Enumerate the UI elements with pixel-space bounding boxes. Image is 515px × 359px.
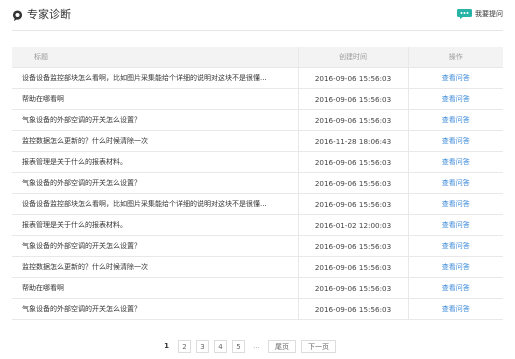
view-answer-link[interactable]: 查看问答 xyxy=(442,95,470,103)
table-row: 帮助在哪看啊 2016-09-06 15:56:03 查看问答 xyxy=(12,88,503,110)
header-title-group: 专家诊断 xyxy=(12,9,71,21)
page-button-3[interactable]: 3 xyxy=(196,340,209,353)
pagination: 1 2 3 4 5 ... 尾页 下一页 xyxy=(160,340,336,353)
ask-question-label: 我要提问 xyxy=(475,10,503,18)
table-row: 气象设备的外部空调的开关怎么设置？ 2016-09-06 15:56:03 查看问答 xyxy=(12,109,503,131)
question-table: 标题 创建时间 操作 设备设备监控部块怎么看啊，比如图片采集能给个详细的说明对这… xyxy=(12,47,503,320)
row-time: 2016-09-06 15:56:03 xyxy=(297,151,408,173)
table-row: 报表管理是关于什么的报表材料。 2016-09-06 15:56:03 查看问答 xyxy=(12,151,503,173)
column-header-time: 创建时间 xyxy=(297,47,408,68)
view-answer-link[interactable]: 查看问答 xyxy=(442,116,470,124)
row-time: 2016-09-06 15:56:03 xyxy=(297,193,408,215)
row-time: 2016-09-06 15:56:03 xyxy=(297,235,408,257)
row-title: 气象设备的外部空调的开关怎么设置？ xyxy=(12,298,298,320)
row-time: 2016-09-06 15:56:03 xyxy=(297,256,408,278)
row-title: 气象设备的外部空调的开关怎么设置？ xyxy=(12,235,298,257)
view-answer-link[interactable]: 查看问答 xyxy=(442,179,470,187)
table-row: 帮助在哪看啊 2016-09-06 15:56:03 查看问答 xyxy=(12,277,503,299)
next-page-button[interactable]: 下一页 xyxy=(301,340,336,353)
table-row: 设备设备监控部块怎么看啊，比如图片采集能给个详细的说明对这块不是很懂... 201… xyxy=(12,193,503,215)
view-answer-link[interactable]: 查看问答 xyxy=(442,158,470,166)
page-current[interactable]: 1 xyxy=(160,340,173,353)
row-time: 2016-09-06 15:56:03 xyxy=(297,172,408,194)
row-title: 气象设备的外部空调的开关怎么设置？ xyxy=(12,172,298,194)
row-title: 监控数据怎么更新的？什么时候清除一次 xyxy=(12,256,298,278)
row-time: 2016-09-06 15:56:03 xyxy=(297,88,408,110)
row-time: 2016-11-28 18:06:43 xyxy=(297,130,408,152)
row-title: 气象设备的外部空调的开关怎么设置？ xyxy=(12,109,298,131)
header-divider xyxy=(12,30,503,31)
page-button-5[interactable]: 5 xyxy=(232,340,245,353)
view-answer-link[interactable]: 查看问答 xyxy=(442,284,470,292)
table-header-row: 标题 创建时间 操作 xyxy=(12,47,503,68)
row-title: 设备设备监控部块怎么看啊，比如图片采集能给个详细的说明对这块不是很懂... xyxy=(12,67,298,89)
table-row: 报表管理是关于什么的报表材料。 2016-01-02 12:00:03 查看问答 xyxy=(12,214,503,236)
ask-question-icon xyxy=(457,9,472,19)
page-button-4[interactable]: 4 xyxy=(214,340,227,353)
view-answer-link[interactable]: 查看问答 xyxy=(442,221,470,229)
ask-question-button[interactable]: 我要提问 xyxy=(457,9,503,19)
last-page-button[interactable]: 尾页 xyxy=(268,340,296,353)
column-header-action: 操作 xyxy=(407,47,503,68)
row-title: 帮助在哪看啊 xyxy=(12,88,298,110)
row-title: 监控数据怎么更新的？什么时候清除一次 xyxy=(12,130,298,152)
table-row: 气象设备的外部空调的开关怎么设置？ 2016-09-06 15:56:03 查看问答 xyxy=(12,172,503,194)
table-row: 监控数据怎么更新的？什么时候清除一次 2016-11-28 18:06:43 查看问… xyxy=(12,130,503,152)
row-time: 2016-09-06 15:56:03 xyxy=(297,277,408,299)
table-row: 气象设备的外部空调的开关怎么设置？ 2016-09-06 15:56:03 查看问答 xyxy=(12,298,503,320)
row-title: 设备设备监控部块怎么看啊，比如图片采集能给个详细的说明对这块不是很懂... xyxy=(12,193,298,215)
view-answer-link[interactable]: 查看问答 xyxy=(442,74,470,82)
row-title: 帮助在哪看啊 xyxy=(12,277,298,299)
row-time: 2016-09-06 15:56:03 xyxy=(297,67,408,89)
page-ellipsis: ... xyxy=(253,342,260,350)
page-title: 专家诊断 xyxy=(27,8,71,21)
table-row: 监控数据怎么更新的？什么时候清除一次 2016-09-06 15:56:03 查看问… xyxy=(12,256,503,278)
table-row: 设备设备监控部块怎么看啊，比如图片采集能给个详细的说明对这块不是很懂... 201… xyxy=(12,67,503,89)
view-answer-link[interactable]: 查看问答 xyxy=(442,242,470,250)
row-time: 2016-09-06 15:56:03 xyxy=(297,298,408,320)
view-answer-link[interactable]: 查看问答 xyxy=(442,263,470,271)
page-header: 专家诊断 我要提问 xyxy=(0,0,515,28)
table-row: 气象设备的外部空调的开关怎么设置？ 2016-09-06 15:56:03 查看问答 xyxy=(12,235,503,257)
row-title: 报表管理是关于什么的报表材料。 xyxy=(12,214,298,236)
page-button-2[interactable]: 2 xyxy=(178,340,191,353)
row-title: 报表管理是关于什么的报表材料。 xyxy=(12,151,298,173)
view-answer-link[interactable]: 查看问答 xyxy=(442,200,470,208)
view-answer-link[interactable]: 查看问答 xyxy=(442,305,470,313)
row-time: 2016-01-02 12:00:03 xyxy=(297,214,408,236)
view-answer-link[interactable]: 查看问答 xyxy=(442,137,470,145)
column-header-title: 标题 xyxy=(12,47,298,68)
row-time: 2016-09-06 15:56:03 xyxy=(297,109,408,131)
question-bubble-icon xyxy=(12,9,23,21)
